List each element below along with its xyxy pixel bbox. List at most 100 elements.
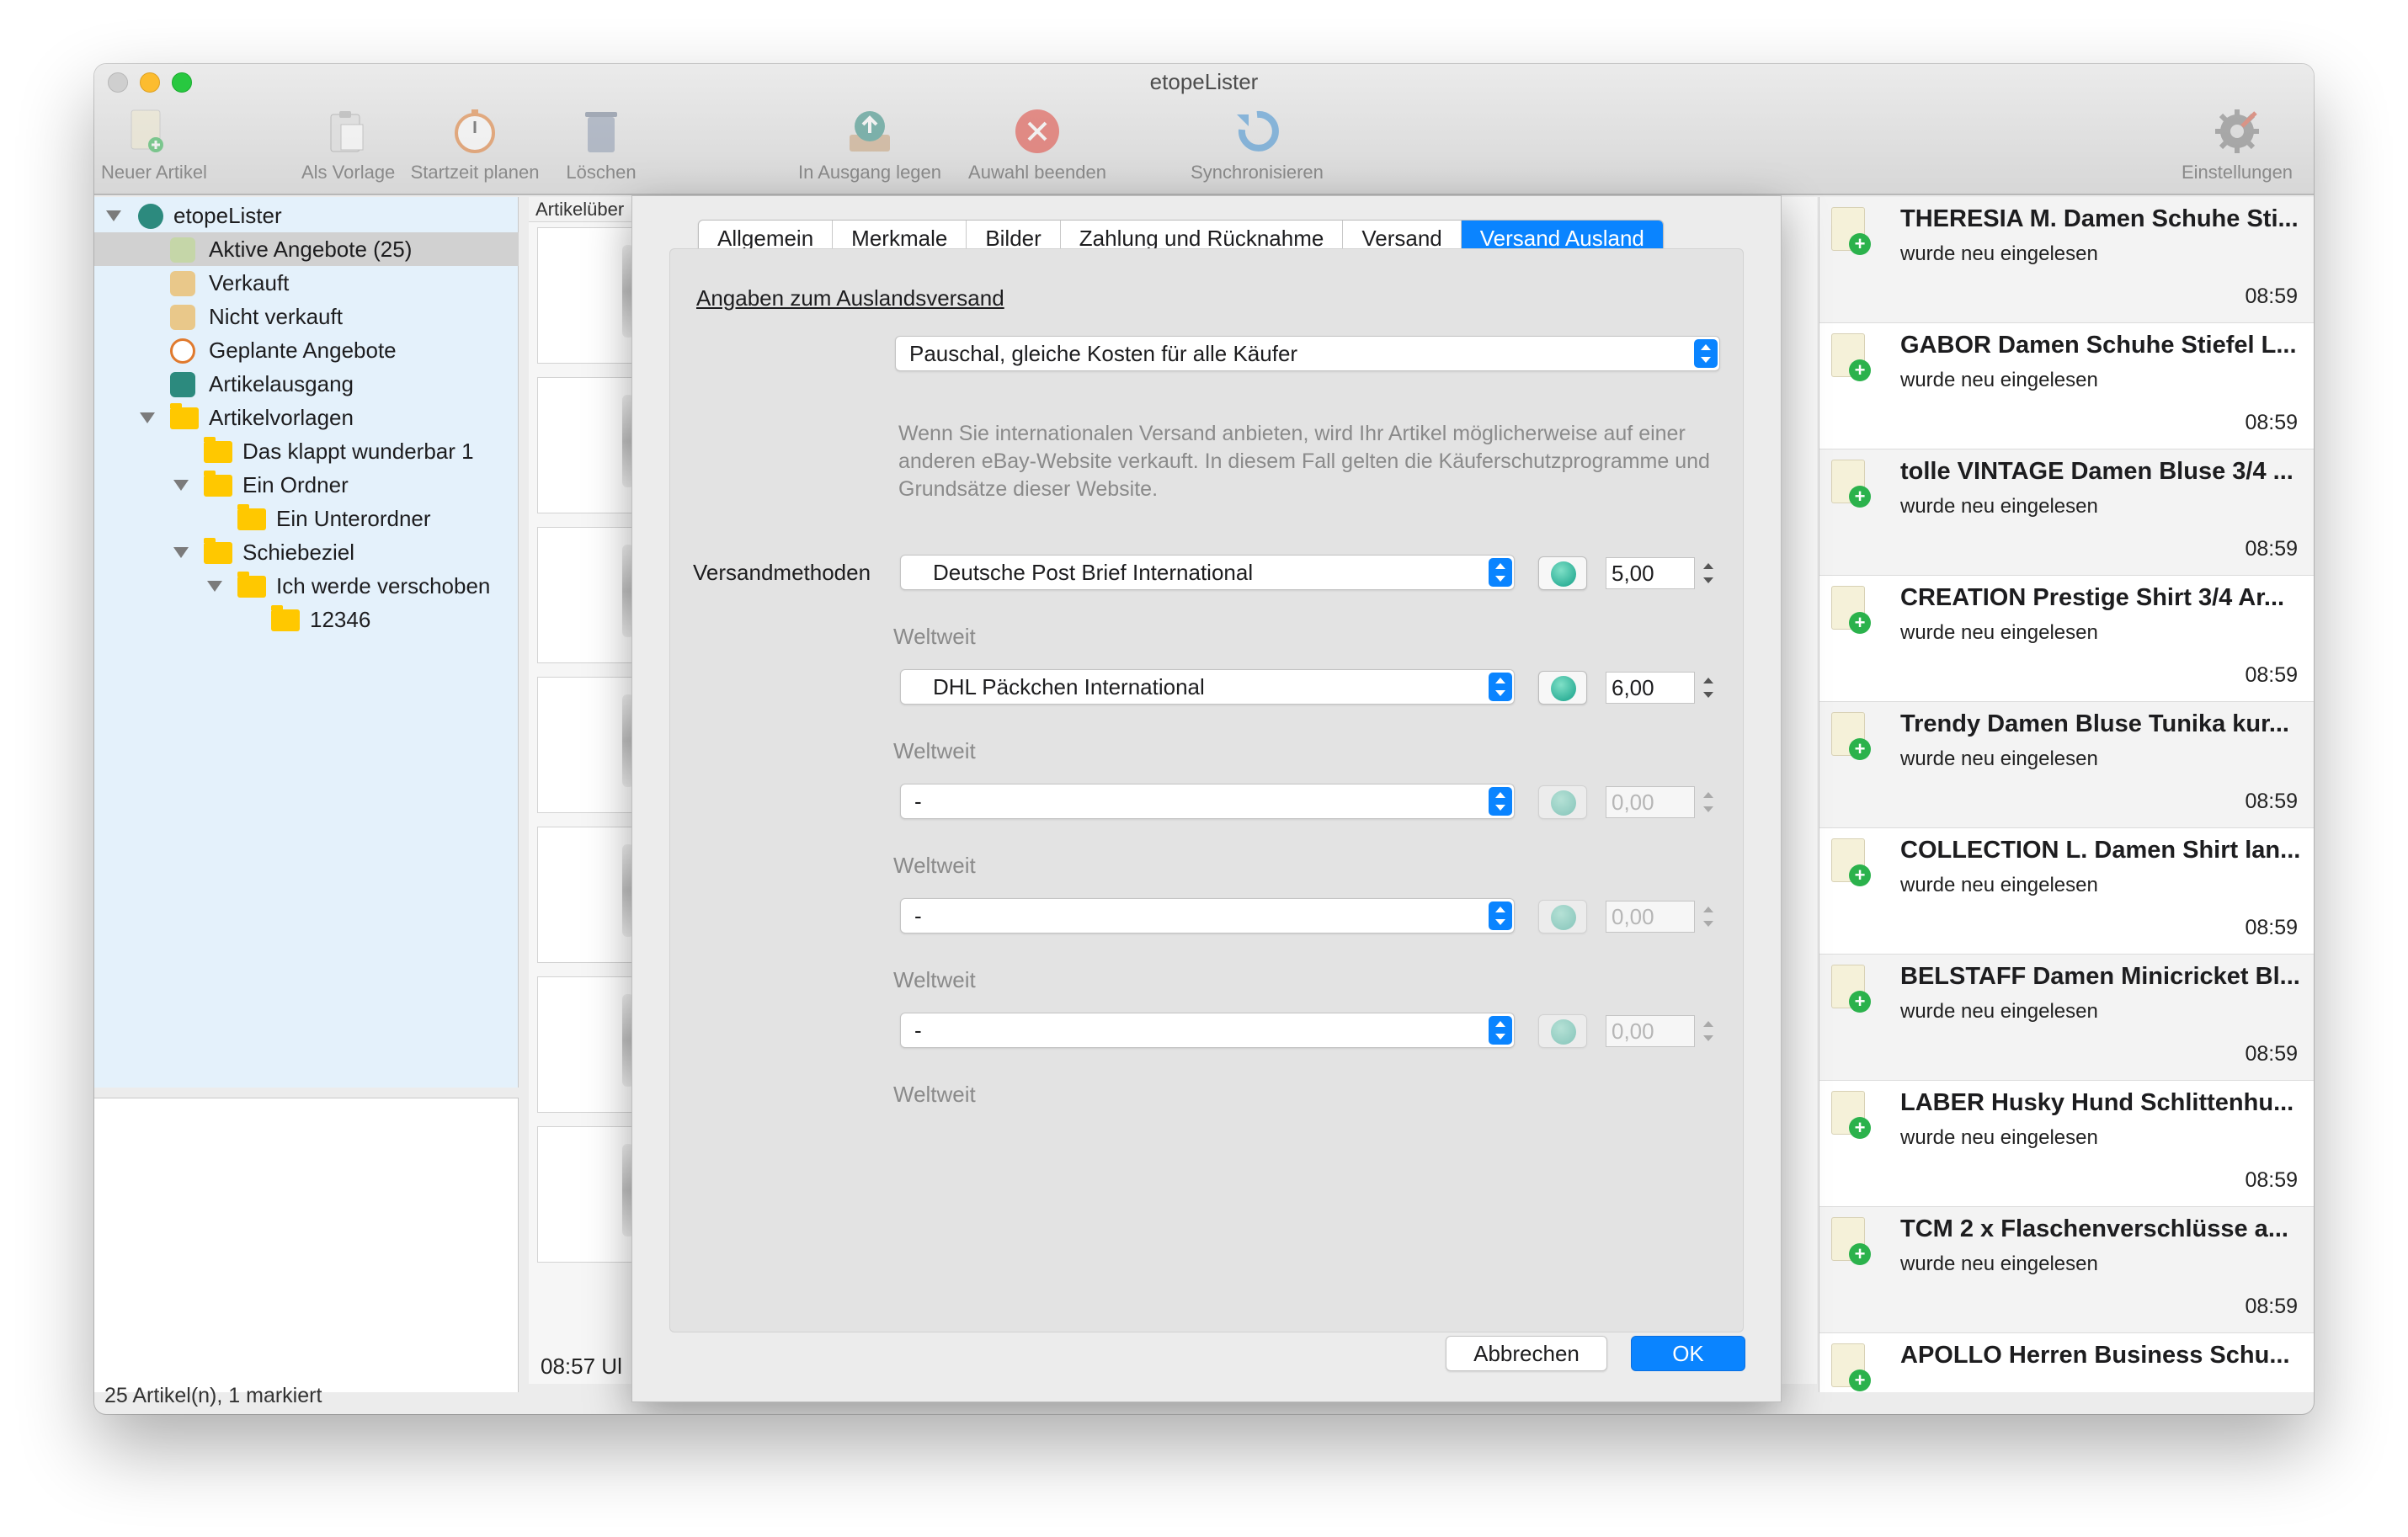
feed-item[interactable]: + COLLECTION L. Damen Shirt lan... wurde… bbox=[1819, 828, 2314, 955]
globe-icon bbox=[1551, 1019, 1576, 1045]
feed-item[interactable]: + APOLLO Herren Business Schu... bbox=[1819, 1333, 2314, 1392]
price-stepper[interactable] bbox=[1700, 901, 1717, 933]
disclosure-triangle-icon[interactable] bbox=[173, 547, 189, 558]
globe-icon bbox=[1551, 790, 1576, 816]
article-thumbnail[interactable] bbox=[537, 377, 638, 513]
stopwatch-icon bbox=[448, 104, 502, 158]
price-stepper[interactable] bbox=[1700, 672, 1717, 704]
price-stepper[interactable] bbox=[1700, 1015, 1717, 1047]
price-field[interactable]: 0,00 bbox=[1606, 1015, 1695, 1047]
feed-item[interactable]: + THERESIA M. Damen Schuhe Sti... wurde … bbox=[1819, 197, 2314, 323]
sidebar-item-label: Geplante Angebote bbox=[209, 338, 397, 363]
sidebar-item-label: Ich werde verschoben bbox=[276, 573, 491, 598]
new-article-button[interactable]: Neuer Artikel bbox=[101, 99, 207, 192]
sidebar-folder-item[interactable]: Ein Ordner bbox=[94, 468, 519, 502]
info-text: Wenn Sie internationalen Versand anbiete… bbox=[898, 422, 1710, 501]
plan-start-button[interactable]: Startzeit planen bbox=[408, 99, 542, 192]
end-selection-button[interactable]: Auwahl beenden bbox=[962, 99, 1113, 192]
new-document-icon: + bbox=[1831, 965, 1871, 1013]
sidebar-item-unsold[interactable]: Nicht verkauft bbox=[94, 300, 519, 333]
article-thumbnail[interactable] bbox=[537, 227, 638, 364]
as-template-button[interactable]: Als Vorlage bbox=[301, 99, 395, 192]
region-globe-button[interactable] bbox=[1538, 556, 1587, 590]
price-field[interactable]: 0,00 bbox=[1606, 901, 1695, 933]
cost-mode-select[interactable]: Pauschal, gleiche Kosten für alle Käufer bbox=[895, 336, 1720, 371]
article-thumbnail[interactable] bbox=[537, 976, 638, 1113]
feed-item-subtitle: wurde neu eingelesen bbox=[1900, 495, 2098, 518]
sidebar-root[interactable]: etopeLister bbox=[94, 199, 519, 232]
delete-button[interactable]: Löschen bbox=[559, 99, 643, 192]
disclosure-triangle-icon[interactable] bbox=[173, 480, 189, 491]
price-field[interactable]: 5,00 bbox=[1606, 557, 1695, 589]
article-thumbnail[interactable] bbox=[537, 827, 638, 963]
price-field[interactable]: 6,00 bbox=[1606, 672, 1695, 704]
shipping-service-select[interactable]: - bbox=[900, 784, 1515, 819]
sidebar-item-scheduled[interactable]: Geplante Angebote bbox=[94, 333, 519, 367]
article-thumbnail[interactable] bbox=[537, 677, 638, 813]
stopwatch-icon bbox=[170, 338, 195, 364]
status-text: 25 Artikel(n), 1 markiert bbox=[104, 1384, 322, 1407]
disclosure-triangle-icon[interactable] bbox=[140, 412, 155, 423]
sidebar-item-label: Das klappt wunderbar 1 bbox=[242, 439, 474, 464]
shipping-service-select[interactable]: - bbox=[900, 898, 1515, 933]
shipping-service-select[interactable]: - bbox=[900, 1013, 1515, 1048]
sidebar-folder-item[interactable]: 12346 bbox=[94, 603, 519, 636]
shipping-abroad-dialog: Allgemein Merkmale Bilder Zahlung und Rü… bbox=[631, 195, 1782, 1402]
shipping-service-select[interactable]: Deutsche Post Brief International bbox=[900, 555, 1515, 590]
feed-item[interactable]: + tolle VINTAGE Damen Bluse 3/4 ... wurd… bbox=[1819, 449, 2314, 576]
region-label: Weltweit bbox=[893, 967, 976, 992]
feed-item[interactable]: + BELSTAFF Damen Minicricket Bl... wurde… bbox=[1819, 955, 2314, 1081]
cancel-button[interactable]: Abbrechen bbox=[1446, 1336, 1607, 1371]
feed-item-time: 08:59 bbox=[2245, 663, 2298, 687]
sidebar-item-active-listings[interactable]: Aktive Angebote (25) bbox=[94, 232, 519, 266]
disclosure-triangle-icon[interactable] bbox=[207, 581, 222, 592]
region-label: Weltweit bbox=[893, 738, 976, 763]
folder-icon bbox=[204, 437, 232, 463]
sidebar-root-label: etopeLister bbox=[173, 203, 282, 228]
feed-item-time: 08:59 bbox=[2245, 411, 2298, 434]
price-stepper[interactable] bbox=[1700, 557, 1717, 589]
to-outbox-button[interactable]: In Ausgang legen bbox=[791, 99, 948, 192]
sidebar-folder-item[interactable]: Das klappt wunderbar 1 bbox=[94, 434, 519, 468]
ok-button[interactable]: OK bbox=[1631, 1336, 1745, 1371]
feed-item-time: 08:59 bbox=[2245, 1295, 2298, 1318]
shipping-service-value: - bbox=[914, 1018, 922, 1043]
sidebar-folder-item[interactable]: Ein Unterordner bbox=[94, 502, 519, 535]
feed-item-title: Trendy Damen Bluse Tunika kur... bbox=[1900, 710, 2289, 737]
sync-button[interactable]: Synchronisieren bbox=[1185, 99, 1329, 192]
chevron-up-down-icon bbox=[1694, 339, 1718, 368]
price-field[interactable]: 0,00 bbox=[1606, 786, 1695, 818]
settings-button[interactable]: Einstellungen bbox=[2174, 99, 2300, 192]
feed-item[interactable]: + TCM 2 x Flaschenverschlüsse a... wurde… bbox=[1819, 1207, 2314, 1333]
feed-item[interactable]: + Trendy Damen Bluse Tunika kur... wurde… bbox=[1819, 702, 2314, 828]
feed-item-time: 08:59 bbox=[2245, 790, 2298, 813]
chevron-up-down-icon bbox=[1489, 1016, 1512, 1045]
feed-item[interactable]: + LABER Husky Hund Schlittenhu... wurde … bbox=[1819, 1081, 2314, 1207]
article-thumbnail[interactable] bbox=[537, 527, 638, 663]
region-globe-button[interactable] bbox=[1538, 1014, 1587, 1048]
shipping-service-select[interactable]: DHL Päckchen International bbox=[900, 669, 1515, 705]
feed-item[interactable]: + GABOR Damen Schuhe Stiefel L... wurde … bbox=[1819, 323, 2314, 449]
feed-item-time: 08:59 bbox=[2245, 1042, 2298, 1066]
region-globe-button[interactable] bbox=[1538, 900, 1587, 933]
sync-icon bbox=[1230, 104, 1284, 158]
sidebar-item-label: Ein Ordner bbox=[242, 472, 349, 497]
feed-item-title: LABER Husky Hund Schlittenhu... bbox=[1900, 1089, 2294, 1116]
article-thumbnail[interactable] bbox=[537, 1126, 638, 1263]
feed-item[interactable]: + CREATION Prestige Shirt 3/4 Ar... wurd… bbox=[1819, 576, 2314, 702]
price-stepper[interactable] bbox=[1700, 786, 1717, 818]
sidebar-item-templates[interactable]: Artikelvorlagen bbox=[94, 401, 519, 434]
region-globe-button[interactable] bbox=[1538, 785, 1587, 819]
feed-item-subtitle: wurde neu eingelesen bbox=[1900, 242, 2098, 265]
delete-label: Löschen bbox=[566, 162, 637, 183]
disclosure-triangle-icon[interactable] bbox=[106, 210, 121, 221]
sidebar-item-outbox[interactable]: Artikelausgang bbox=[94, 367, 519, 401]
sidebar-item-sold[interactable]: Verkauft bbox=[94, 266, 519, 300]
region-globe-button[interactable] bbox=[1538, 671, 1587, 705]
new-document-icon: + bbox=[1831, 333, 1871, 381]
chevron-up-down-icon bbox=[1489, 787, 1512, 816]
trash-icon bbox=[574, 104, 628, 158]
sidebar-folder-item[interactable]: Ich werde verschoben bbox=[94, 569, 519, 603]
sidebar-folder-item[interactable]: Schiebeziel bbox=[94, 535, 519, 569]
folder-icon bbox=[271, 605, 300, 631]
